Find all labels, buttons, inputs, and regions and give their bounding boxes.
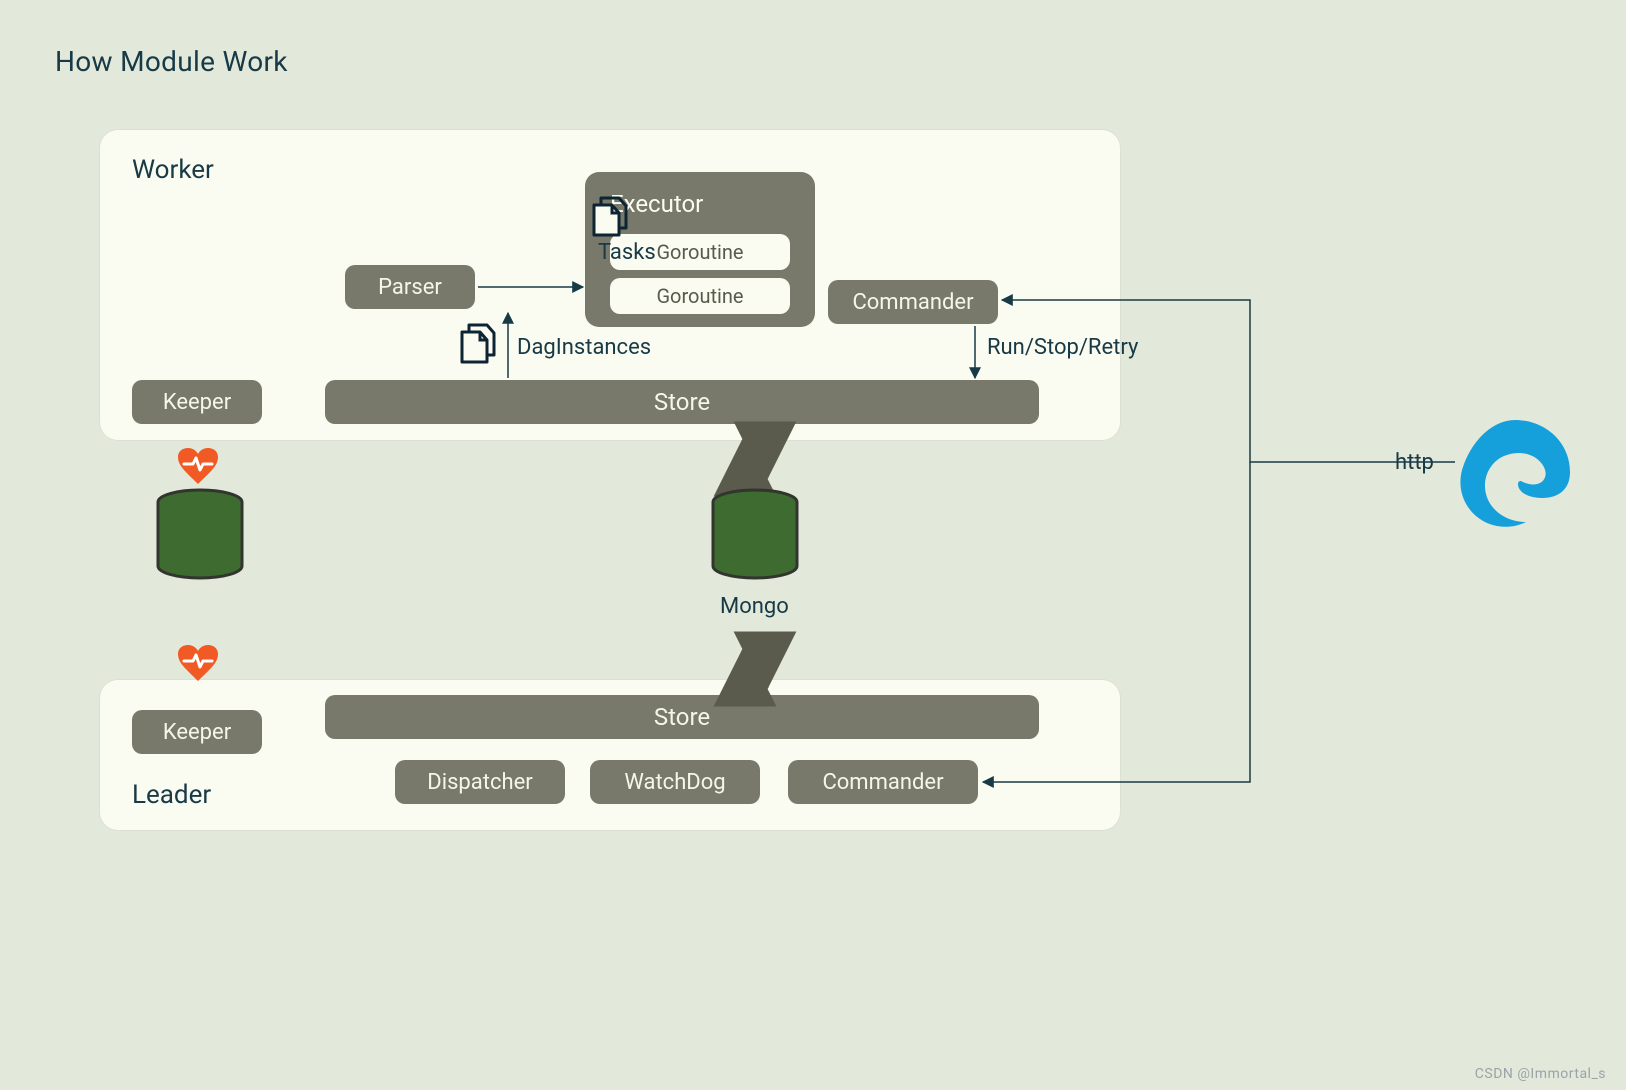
leader-title: Leader	[132, 780, 211, 810]
diagram-canvas: How Module Work Worker Keeper Parser Exe…	[0, 0, 1626, 1090]
mongo-label: Mongo	[720, 594, 789, 619]
database-icon	[713, 490, 797, 578]
heart-pulse-icon	[178, 645, 218, 681]
database-icon	[158, 490, 242, 578]
leader-keeper: Keeper	[132, 710, 262, 754]
edge-browser-icon	[1460, 420, 1570, 527]
executor-title: Executor	[610, 190, 703, 218]
worker-panel: Worker Keeper Parser Executor Goroutine …	[100, 130, 1120, 440]
runstopretry-label: Run/Stop/Retry	[987, 335, 1138, 360]
worker-keeper: Keeper	[132, 380, 262, 424]
leader-commander: Commander	[788, 760, 978, 804]
heart-pulse-icon	[178, 448, 218, 484]
leader-store: Store	[325, 695, 1039, 739]
diagram-title: How Module Work	[55, 45, 288, 78]
http-label: http	[1395, 450, 1434, 475]
daginstances-label: DagInstances	[517, 335, 651, 360]
leader-dispatcher: Dispatcher	[395, 760, 565, 804]
worker-title: Worker	[132, 155, 214, 185]
worker-store: Store	[325, 380, 1039, 424]
leader-panel: Leader Keeper Store Dispatcher WatchDog …	[100, 680, 1120, 830]
leader-watchdog: WatchDog	[590, 760, 760, 804]
watermark: CSDN @Immortal_s	[1475, 1066, 1606, 1082]
worker-commander: Commander	[828, 280, 998, 324]
tasks-label: Tasks	[598, 240, 656, 265]
executor-goroutine-2: Goroutine	[610, 278, 790, 314]
worker-parser: Parser	[345, 265, 475, 309]
